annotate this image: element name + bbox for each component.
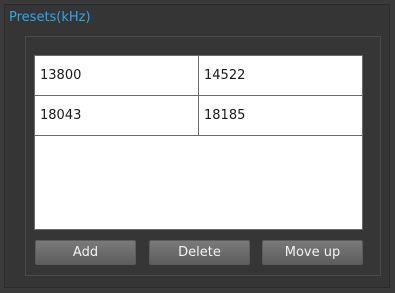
table-row[interactable]: 18043 18185 [35,96,362,136]
presets-group-title: Presets(kHz) [9,10,91,25]
delete-button[interactable]: Delete [149,240,250,265]
presets-table[interactable]: 13800 14522 18043 18185 [34,55,363,230]
table-cell[interactable]: 18043 [35,96,198,135]
move-up-button[interactable]: Move up [262,240,363,265]
table-cell[interactable]: 18185 [198,96,362,135]
table-cell[interactable]: 13800 [35,56,198,95]
table-cell[interactable]: 14522 [198,56,362,95]
add-button[interactable]: Add [35,240,136,265]
table-row[interactable]: 13800 14522 [35,56,362,96]
